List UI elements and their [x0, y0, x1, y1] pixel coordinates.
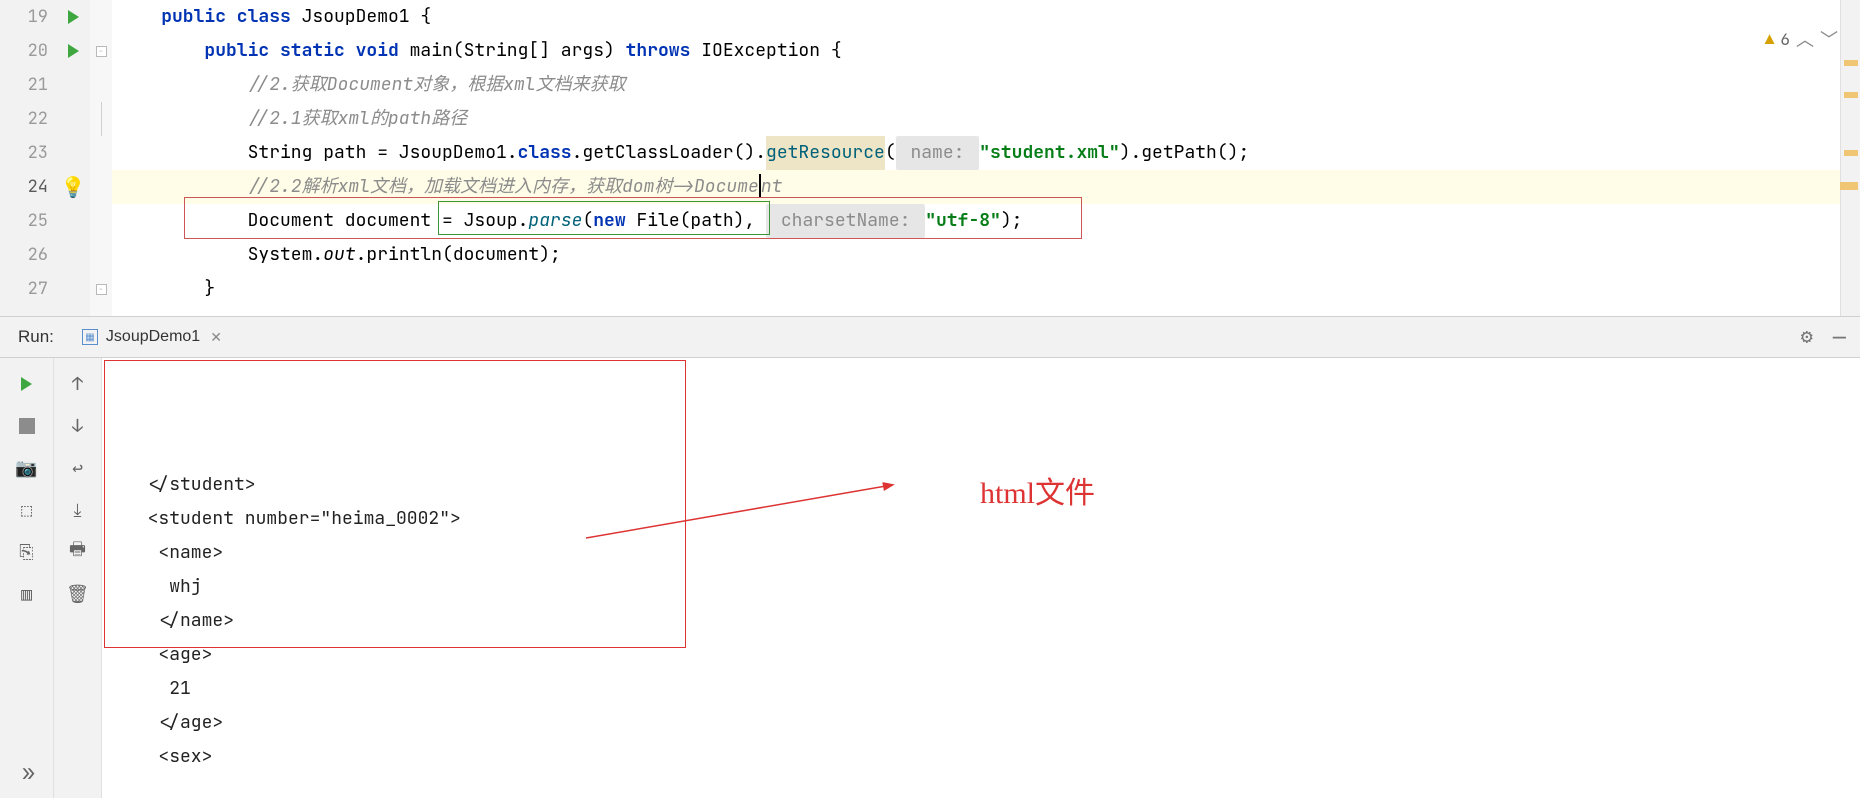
camera-icon[interactable]: 📷: [13, 454, 41, 482]
inspection-widget[interactable]: ▲ 6 ︿ ﹀: [1765, 26, 1838, 52]
console-line: </age>: [126, 706, 1836, 740]
code-token: [118, 102, 248, 136]
stop-button[interactable]: [13, 412, 41, 440]
layout-settings-icon[interactable]: ▥: [13, 580, 41, 608]
line-number: 24: [0, 170, 48, 204]
annotation-red-box-console: [104, 360, 686, 648]
code-token: System.: [248, 238, 324, 272]
line-number: 19: [0, 0, 48, 34]
code-token: ).getPath();: [1120, 136, 1250, 170]
rerun-button[interactable]: [13, 370, 41, 398]
code-token: throws: [626, 34, 702, 68]
soft-wrap-icon[interactable]: ↩: [64, 454, 92, 482]
code-token: IOException {: [701, 34, 841, 68]
code-token: }: [118, 272, 215, 306]
line-number: 26: [0, 238, 48, 272]
code-token: JsoupDemo1 {: [302, 0, 432, 34]
code-token: out: [323, 238, 355, 272]
code-line[interactable]: //2.获取Document对象，根据xml文档来获取: [112, 68, 1860, 102]
more-icon[interactable]: »: [13, 758, 41, 786]
warning-count: 6: [1780, 29, 1790, 50]
error-stripe[interactable]: [1840, 0, 1860, 316]
console-output[interactable]: </student> <student number="heima_0002">…: [102, 358, 1860, 798]
code-token: [118, 136, 248, 170]
code-token: //2.获取Document对象，根据xml文档来获取: [248, 68, 626, 102]
gutter-actions: 💡: [56, 0, 90, 316]
code-token: getResource: [766, 136, 885, 170]
trash-icon[interactable]: 🗑: [64, 580, 92, 608]
run-tab-name: JsoupDemo1: [106, 328, 200, 346]
annotation-green-box-editor: [438, 201, 770, 235]
code-token: [118, 238, 248, 272]
code-token: [118, 34, 204, 68]
code-token: String path = JsoupDemo1.: [248, 136, 518, 170]
console-line: 21: [126, 672, 1836, 706]
fold-toggle-icon[interactable]: −: [96, 46, 107, 57]
code-line[interactable]: //2.1获取xml的path路径: [112, 102, 1860, 136]
code-token: .println(document);: [356, 238, 561, 272]
exit-icon[interactable]: ⎘: [13, 538, 41, 566]
run-gutter-icon[interactable]: [68, 10, 79, 24]
bulb-icon[interactable]: 💡: [61, 174, 86, 200]
code-line[interactable]: System.out.println(document);: [112, 238, 1860, 272]
console-panel: 📷 ⬚ ⎘ ▥ » ↑ ↓ ↩ ⤓ 🖶 🗑 </student> <studen…: [0, 358, 1860, 798]
run-tool-label: Run:: [0, 327, 72, 347]
annotation-label: html文件: [980, 468, 1095, 512]
code-token: (: [885, 136, 896, 170]
chevron-up-icon[interactable]: ︿: [1796, 26, 1814, 52]
line-number-gutter: 19 20 21 22 23 24 25 26 27: [0, 0, 56, 316]
hide-icon[interactable]: —: [1833, 323, 1846, 352]
code-token: [118, 0, 161, 34]
down-arrow-icon[interactable]: ↓: [64, 412, 92, 440]
fold-line: [101, 102, 102, 136]
code-token: name:: [896, 136, 980, 170]
code-editor[interactable]: 19 20 21 22 23 24 25 26 27 💡 − − public …: [0, 0, 1860, 316]
fold-close-icon[interactable]: −: [96, 284, 107, 295]
code-token: class: [518, 136, 572, 170]
run-tab[interactable]: ▦ JsoupDemo1 ✕: [72, 317, 232, 357]
code-token: [118, 68, 248, 102]
run-toolbar-left: 📷 ⬚ ⎘ ▥ »: [0, 358, 54, 798]
layout-icon[interactable]: ⬚: [13, 496, 41, 524]
code-token: .getClassLoader().: [572, 136, 766, 170]
run-gutter-icon[interactable]: [68, 44, 79, 58]
code-line[interactable]: }: [112, 272, 1860, 306]
code-token: "student.xml": [979, 136, 1119, 170]
run-tool-window-header: Run: ▦ JsoupDemo1 ✕ ⚙ —: [0, 316, 1860, 358]
code-line[interactable]: public class JsoupDemo1 {: [112, 0, 1860, 34]
line-number: 23: [0, 136, 48, 170]
fold-gutter: − −: [90, 0, 112, 316]
gear-icon[interactable]: ⚙: [1801, 323, 1813, 352]
line-number: 27: [0, 272, 48, 306]
line-number: 25: [0, 204, 48, 238]
print-icon[interactable]: 🖶: [64, 538, 92, 566]
code-line[interactable]: String path = JsoupDemo1.class.getClassL…: [112, 136, 1860, 170]
up-arrow-icon[interactable]: ↑: [64, 370, 92, 398]
code-token: public static void: [204, 34, 409, 68]
code-token: public class: [161, 0, 301, 34]
code-line[interactable]: public static void main(String[] args) t…: [112, 34, 1860, 68]
line-number: 21: [0, 68, 48, 102]
console-line: <sex>: [126, 740, 1836, 774]
warning-icon: ▲: [1765, 29, 1775, 50]
run-config-icon: ▦: [82, 329, 98, 345]
code-token: main(String[] args): [410, 34, 626, 68]
run-toolbar-secondary: ↑ ↓ ↩ ⤓ 🖶 🗑: [54, 358, 102, 798]
close-icon[interactable]: ✕: [210, 329, 222, 346]
chevron-down-icon[interactable]: ﹀: [1820, 26, 1838, 52]
scroll-to-end-icon[interactable]: ⤓: [64, 496, 92, 524]
line-number: 22: [0, 102, 48, 136]
line-number: 20: [0, 34, 48, 68]
code-token: //2.1获取xml的path路径: [248, 102, 468, 136]
code-content[interactable]: public class JsoupDemo1 { public static …: [112, 0, 1860, 316]
